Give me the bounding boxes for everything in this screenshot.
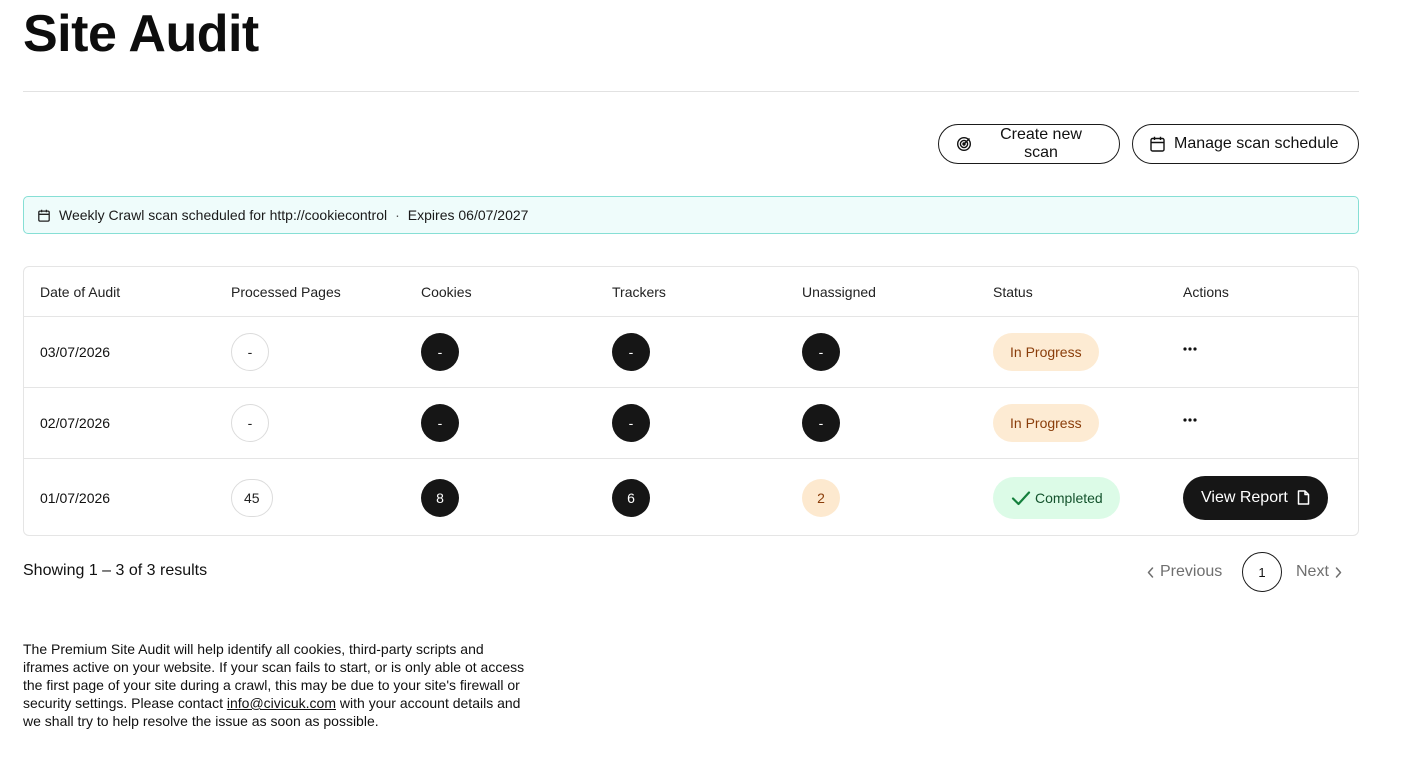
results-summary: Showing 1 – 3 of 3 results bbox=[23, 562, 208, 579]
banner-expiry-text: Expires 06/07/2027 bbox=[407, 207, 529, 223]
view-report-label: View Report bbox=[1201, 488, 1288, 506]
create-new-scan-button[interactable]: Create new scan bbox=[938, 124, 1120, 164]
document-icon bbox=[1297, 490, 1310, 505]
ellipsis-icon bbox=[1183, 418, 1197, 422]
previous-label: Previous bbox=[1160, 563, 1223, 580]
processed-pages-count: - bbox=[231, 333, 269, 371]
audit-date: 03/07/2026 bbox=[40, 344, 111, 360]
chevron-left-icon bbox=[1147, 566, 1154, 578]
view-report-button[interactable]: View Report bbox=[1183, 475, 1328, 520]
processed-pages-count: - bbox=[231, 404, 269, 442]
premium-audit-info: The Premium Site Audit will help identif… bbox=[23, 640, 533, 730]
calendar-icon bbox=[1150, 136, 1165, 152]
manage-scan-schedule-label: Manage scan schedule bbox=[1174, 135, 1339, 152]
check-icon bbox=[1011, 490, 1031, 505]
ellipsis-icon bbox=[1183, 347, 1197, 351]
column-header-date: Date of Audit bbox=[40, 283, 121, 300]
manage-scan-schedule-button[interactable]: Manage scan schedule bbox=[1132, 124, 1359, 164]
page-number-current[interactable]: 1 bbox=[1242, 552, 1282, 592]
trackers-count: - bbox=[612, 333, 650, 371]
create-new-scan-label: Create new scan bbox=[1000, 126, 1082, 161]
previous-page-button[interactable]: Previous bbox=[1147, 552, 1222, 592]
audit-date: 01/07/2026 bbox=[40, 489, 111, 506]
next-label: Next bbox=[1296, 563, 1329, 580]
table-row: 03/07/2026 - - - - In Progress bbox=[24, 317, 1358, 388]
processed-pages-count: 45 bbox=[231, 478, 273, 517]
title-divider bbox=[23, 91, 1359, 92]
status-badge: In Progress bbox=[993, 404, 1099, 442]
page-title: Site Audit bbox=[23, 5, 259, 63]
banner-separator: · bbox=[395, 207, 400, 223]
chevron-right-icon bbox=[1335, 566, 1342, 578]
radar-icon bbox=[956, 136, 972, 152]
support-email-link[interactable]: info@civicuk.com bbox=[227, 695, 336, 711]
table-row: 01/07/2026 45 8 6 2 Completed View Repor… bbox=[24, 459, 1358, 535]
status-badge: Completed bbox=[993, 476, 1120, 519]
calendar-icon bbox=[38, 209, 50, 222]
trackers-count: - bbox=[612, 404, 650, 442]
column-header-actions: Actions bbox=[1183, 283, 1229, 300]
next-page-button[interactable]: Next bbox=[1296, 552, 1342, 592]
status-label: Completed bbox=[1035, 489, 1103, 506]
row-actions-menu-button[interactable] bbox=[1183, 408, 1215, 432]
cookies-count: 8 bbox=[421, 478, 459, 517]
table-header-row: Date of Audit Processed Pages Cookies Tr… bbox=[24, 267, 1358, 317]
unassigned-count: 2 bbox=[802, 478, 840, 517]
column-header-cookies: Cookies bbox=[421, 283, 472, 300]
banner-schedule-text: Weekly Crawl scan scheduled for http://c… bbox=[59, 207, 388, 223]
column-header-status: Status bbox=[993, 283, 1033, 300]
column-header-processed-pages: Processed Pages bbox=[231, 283, 341, 300]
cookies-count: - bbox=[421, 404, 459, 442]
unassigned-count: - bbox=[802, 404, 840, 442]
unassigned-count: - bbox=[802, 333, 840, 371]
row-actions-menu-button[interactable] bbox=[1183, 337, 1215, 361]
audit-date: 02/07/2026 bbox=[40, 415, 111, 431]
column-header-unassigned: Unassigned bbox=[802, 283, 876, 300]
audit-table: Date of Audit Processed Pages Cookies Tr… bbox=[23, 266, 1359, 536]
cookies-count: - bbox=[421, 333, 459, 371]
status-badge: In Progress bbox=[993, 333, 1099, 371]
table-row: 02/07/2026 - - - - In Progress bbox=[24, 388, 1358, 459]
trackers-count: 6 bbox=[612, 478, 650, 517]
column-header-trackers: Trackers bbox=[612, 283, 666, 300]
scan-schedule-banner: Weekly Crawl scan scheduled for http://c… bbox=[23, 196, 1359, 234]
